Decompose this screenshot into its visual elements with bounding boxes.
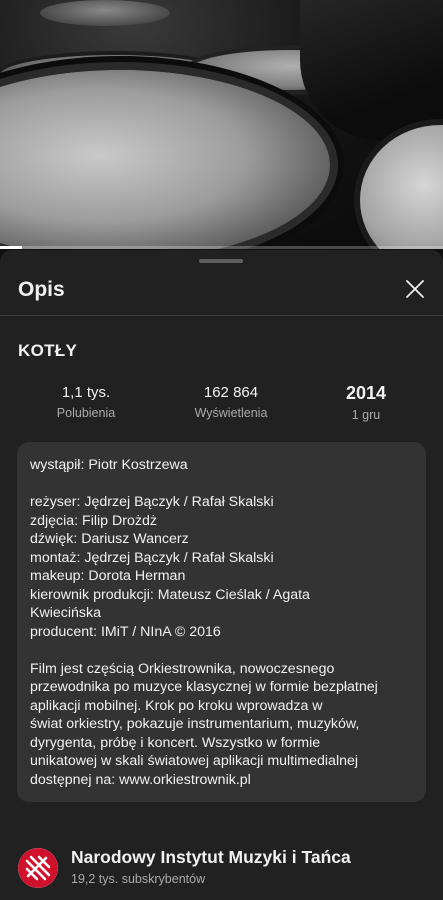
channel-avatar[interactable] bbox=[18, 848, 58, 888]
description-line: dostępnej na: www.orkiestrownik.pl bbox=[30, 771, 251, 788]
description-line: producent: IMiT / NInA © 2016 bbox=[30, 623, 221, 640]
video-frame-performer bbox=[300, 0, 443, 140]
description-line: przewodnika po muzyce klasycznej w formi… bbox=[30, 679, 378, 695]
description-line: Film jest częścią Orkiestrownika, nowocz… bbox=[30, 660, 335, 677]
publish-year: 2014 bbox=[345, 383, 387, 403]
description-line: reżyser: Jędrzej Bączyk / Rafał Skalski bbox=[30, 494, 274, 510]
description-line: aplikacji mobilnej. Krok po kroku wprowa… bbox=[30, 697, 323, 714]
description-blank-line bbox=[30, 475, 413, 494]
views-stat: 162 864 Wyświetlenia bbox=[166, 384, 296, 420]
description-line: Kwiecińska bbox=[30, 605, 101, 621]
description-blank-line bbox=[30, 641, 413, 660]
description-line: dyrygenta, próbę i koncert. Wszystko w f… bbox=[30, 734, 321, 751]
description-sheet: Opis KOTŁY 1,1 tys. Polubienia 162 864 W… bbox=[0, 250, 443, 900]
video-title: KOTŁY bbox=[18, 341, 78, 360]
close-button[interactable] bbox=[402, 276, 428, 302]
video-frame-drum bbox=[0, 70, 330, 249]
description-line: wystąpił: Piotr Kostrzewa bbox=[30, 457, 188, 473]
publish-date-stat: 2014 1 gru bbox=[301, 383, 431, 422]
sheet-divider bbox=[0, 315, 443, 316]
publish-date: 1 gru bbox=[351, 408, 381, 422]
description-line: makeup: Dorota Herman bbox=[30, 568, 186, 584]
video-frame-drum bbox=[360, 125, 443, 249]
likes-stat: 1,1 tys. Polubienia bbox=[21, 384, 151, 420]
channel-name[interactable]: Narodowy Instytut Muzyki i Tańca bbox=[71, 847, 351, 868]
description-line: zdjęcia: Filip Drożdż bbox=[30, 512, 157, 529]
video-frame-drum bbox=[40, 0, 170, 26]
description-line: unikatowej w skali światowej aplikacji m… bbox=[30, 753, 359, 769]
description-line: kierownik produkcji: Mateusz Cieślak / A… bbox=[30, 586, 310, 603]
views-label: Wyświetlenia bbox=[194, 406, 268, 420]
sheet-title: Opis bbox=[18, 278, 65, 301]
channel-row[interactable]: Narodowy Instytut Muzyki i Tańca 19,2 ty… bbox=[18, 842, 438, 892]
sheet-drag-handle[interactable] bbox=[199, 259, 243, 263]
description-line: dźwięk: Dariusz Wancerz bbox=[30, 531, 189, 547]
description-text-box: wystąpił: Piotr Kostrzewa reżyser: Jędrze… bbox=[17, 442, 426, 802]
video-player[interactable] bbox=[0, 0, 443, 249]
channel-subscribers: 19,2 tys. subskrybentów bbox=[71, 872, 206, 886]
views-count: 162 864 bbox=[203, 384, 259, 401]
close-icon bbox=[406, 280, 424, 298]
video-progress-bar[interactable] bbox=[0, 246, 443, 249]
video-progress-fill bbox=[0, 246, 23, 249]
likes-label: Polubienia bbox=[56, 406, 116, 420]
nimit-logo-icon bbox=[18, 848, 58, 888]
description-line: montaż: Jędrzej Bączyk / Rafał Skalski bbox=[30, 549, 274, 566]
description-line: świat orkiestry, pokazuje instrumentariu… bbox=[30, 716, 360, 732]
likes-count: 1,1 tys. bbox=[61, 384, 111, 401]
